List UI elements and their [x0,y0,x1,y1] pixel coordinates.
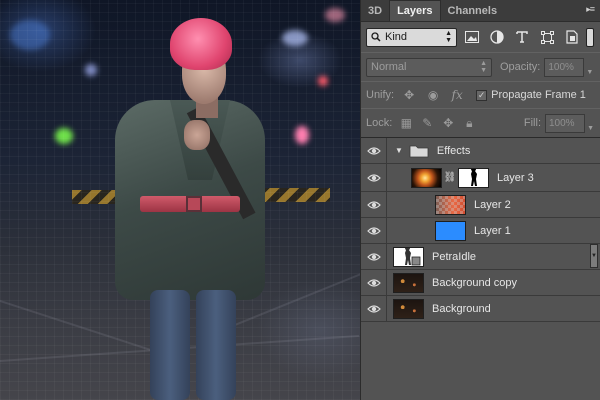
tab-layers[interactable]: Layers [389,0,441,21]
propagate-frame-checkbox[interactable]: ✓ [476,89,488,101]
updown-arrows-icon: ▲ ▼ [480,60,487,74]
character-leg [150,290,190,400]
panel-menu-icon[interactable]: ▸≡ [586,4,595,15]
visibility-toggle[interactable] [361,192,387,217]
layer-thumbnail [435,220,466,241]
eye-icon [366,173,381,182]
unify-visibility-icon[interactable]: ◉ [424,86,442,104]
layer-name: PetraIdle [432,250,477,263]
layer-thumbnail [435,194,466,215]
opacity-label: Opacity: [500,61,541,73]
eye-icon [366,226,381,235]
layer-row-layer-1[interactable]: Layer 1 [361,218,600,244]
propagate-frame-label: Propagate Frame 1 [491,89,586,101]
dropdown-arrow-icon[interactable]: ▼ [586,64,593,81]
layer-name: Layer 1 [474,224,511,237]
character-hair [170,18,232,70]
layers-panel: 3D Layers Channels ▸≡ Kind ▲ ▼ Normal ▲ … [360,0,600,400]
lock-all-icon[interactable]: 🔒︎ [462,116,476,130]
unify-position-icon[interactable]: ✥ [400,86,418,104]
unify-style-icon[interactable]: fx [448,86,466,104]
layer-thumbnail [411,167,442,188]
layer-filter-row: Kind ▲ ▼ [361,22,600,52]
blend-row: Normal ▲ ▼ Opacity: 100% ▼ [361,53,600,81]
opacity-value: 100% [548,61,574,73]
layer-row-layer-3[interactable]: ⛓ Layer 3 [361,164,600,192]
lock-image-pixels-icon[interactable]: ✎ [420,116,434,130]
layer-name: Background [432,302,491,315]
layer-row-petraidle[interactable]: PetraIdle ▼ [361,244,600,270]
silhouette-icon [471,166,477,186]
layer-name: Layer 2 [474,198,511,211]
layer-mask-thumbnail[interactable] [458,166,489,188]
filter-kind-label: Kind [385,31,408,43]
unify-row: Unify: ✥ ◉ fx ✓ Propagate Frame 1 [361,82,600,108]
filter-toggle-switch[interactable] [586,27,594,47]
layer-thumbnail [393,298,424,319]
link-chain-icon[interactable]: ⛓ [444,169,457,187]
eye-icon [366,278,381,287]
document-canvas[interactable] [0,0,360,400]
fill-value: 100% [549,117,575,129]
character-buckle [186,196,202,212]
visibility-toggle[interactable] [361,296,387,321]
dropdown-arrow-icon[interactable]: ▼ [587,120,594,137]
fill-label: Fill: [523,117,541,129]
layer-thumbnail [393,245,424,267]
folder-icon [409,145,429,157]
expand-arrow-icon[interactable]: ▼ [395,146,403,155]
layer-name: Effects [436,144,471,157]
panel-tab-bar: 3D Layers Channels ▸≡ [361,0,600,22]
eye-icon [366,252,381,261]
shape-filter-icon[interactable] [537,28,557,47]
smart-object-filter-icon[interactable] [562,28,582,47]
filter-kind-select[interactable]: Kind ▲ ▼ [366,27,457,47]
blend-mode-select[interactable]: Normal ▲ ▼ [366,57,492,77]
character-leg [196,290,236,400]
layer-thumbnail [393,272,424,293]
lock-transparent-pixels-icon[interactable]: ▦ [399,116,413,130]
lock-row: Lock: ▦ ✎ ✥ 🔒︎ Fill: 100% ▼ [361,109,600,137]
visibility-toggle[interactable] [361,164,387,191]
layer-row-background[interactable]: Background [361,296,600,322]
adjustment-filter-icon[interactable] [487,28,507,47]
eye-icon [366,304,381,313]
smart-object-badge-icon [405,245,421,265]
lock-position-icon[interactable]: ✥ [441,116,455,130]
character-hand [184,120,210,150]
eye-icon [366,146,381,155]
opacity-field[interactable]: 100% ▼ [544,57,593,77]
scrollbar-handle[interactable]: ▼ [590,244,598,268]
tab-channels[interactable]: Channels [441,1,505,21]
image-filter-icon[interactable] [462,28,482,47]
visibility-toggle[interactable] [361,270,387,295]
tab-3d[interactable]: 3D [361,1,389,21]
layer-name: Background copy [432,276,517,289]
blend-mode-value: Normal [371,61,407,73]
type-filter-icon[interactable] [512,28,532,47]
layer-row-layer-2[interactable]: Layer 2 [361,192,600,218]
layer-row-effects-group[interactable]: ▼ Effects [361,138,600,164]
visibility-toggle[interactable] [361,138,387,163]
eye-icon [366,200,381,209]
layer-list: ▼ Effects ⛓ Layer 3 Layer 2 Layer 1 Petr… [361,137,600,322]
lock-label: Lock: [366,117,393,129]
layer-row-background-copy[interactable]: Background copy [361,270,600,296]
visibility-toggle[interactable] [361,244,387,269]
layer-name: Layer 3 [497,171,534,184]
visibility-toggle[interactable] [361,218,387,243]
fill-field[interactable]: 100% ▼ [545,113,594,133]
unify-label: Unify: [366,89,395,101]
updown-arrows-icon: ▲ ▼ [445,30,452,44]
search-icon [371,32,381,42]
